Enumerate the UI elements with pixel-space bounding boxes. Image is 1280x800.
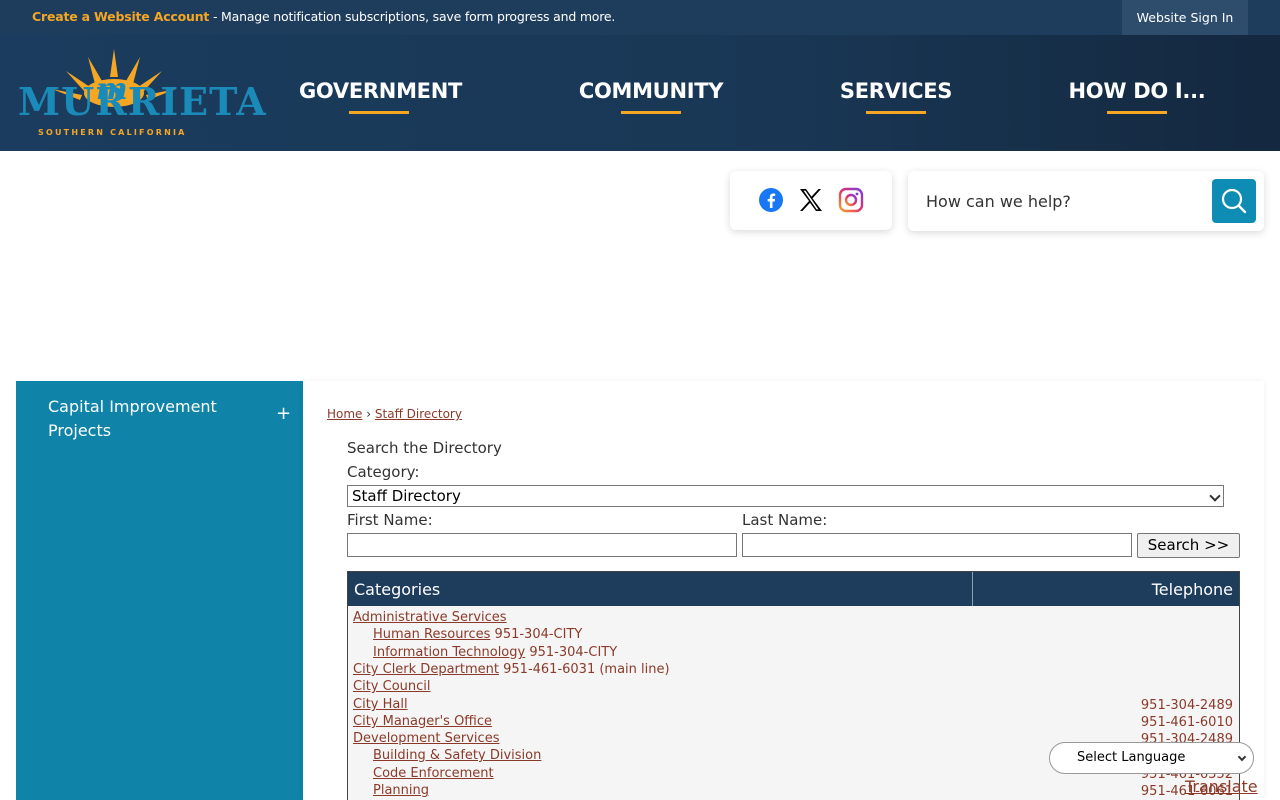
account-message: Create a Website Account - Manage notifi… [32,9,615,24]
x-icon[interactable] [798,187,824,213]
nav-how-do-i[interactable]: HOW DO I... [1057,79,1217,115]
directory-search-button[interactable]: Search >> [1137,533,1240,558]
nav-underline [1107,111,1167,114]
table-row: Information Technology 951-304-CITY [373,645,617,660]
table-row: Administrative Services [353,610,507,625]
main-content: Home › Staff Directory Search the Direct… [303,381,1264,800]
account-description: - Manage notification subscriptions, sav… [209,9,616,24]
categories-header: Categories [354,580,441,599]
nav-label: GOVERNMENT [299,79,463,103]
murrieta-logo[interactable]: m MURRIETA SOUTHERN CALIFORNIA [18,47,266,143]
nav-underline [349,111,409,114]
table-row: Human Resources 951-304-CITY [373,627,582,642]
table-row: Code Enforcement [373,766,494,781]
nav-community[interactable]: COMMUNITY [571,79,731,115]
category-link[interactable]: Code Enforcement [373,766,494,781]
category-link[interactable]: City Manager's Office [353,714,492,729]
category-link[interactable]: City Clerk Department [353,662,499,677]
logo-subtitle: SOUTHERN CALIFORNIA [38,128,187,137]
table-row: Building & Safety Division [373,748,541,763]
category-link[interactable]: Administrative Services [353,610,507,625]
search-icon [1221,188,1247,214]
category-link[interactable]: Planning [373,783,429,798]
top-bar: Create a Website Account - Manage notifi… [0,0,1280,35]
category-link[interactable]: Information Technology [373,645,525,660]
telephone-header: Telephone [1151,580,1233,599]
site-header: m MURRIETA SOUTHERN CALIFORNIA GOVERNMEN… [0,35,1280,151]
category-link[interactable]: Human Resources [373,627,490,642]
table-row: Development Services [353,731,499,746]
nav-underline [866,111,926,114]
sidebar: Capital Improvement Projects + [16,381,303,800]
sidebar-item-capital-improvement-projects[interactable]: Capital Improvement Projects [48,395,248,443]
chevron-down-icon [1209,490,1221,502]
nav-label: COMMUNITY [578,79,724,103]
search-button[interactable] [1212,179,1256,223]
inline-phone: 951-304-CITY [494,627,583,642]
category-link[interactable]: Building & Safety Division [373,748,541,763]
first-name-input[interactable] [347,533,737,557]
table-row: City Council [353,679,431,694]
translate-link[interactable]: Translate [1185,777,1258,796]
table-row: Planning [373,783,429,798]
category-label: Category: [347,463,420,481]
social-links [730,171,892,230]
directory-heading: Search the Directory [347,439,502,457]
breadcrumb-separator: › [366,407,372,421]
category-link[interactable]: Development Services [353,731,499,746]
table-row: City Manager's Office [353,714,492,729]
category-select[interactable]: Staff Directory [347,485,1224,507]
telephone-cell: 951-461-6010 [1140,715,1233,730]
nav-government[interactable]: GOVERNMENT [299,79,463,115]
telephone-cell: 951-304-2489 [1140,698,1233,713]
breadcrumb-home[interactable]: Home [327,407,362,421]
language-select[interactable]: Select Language [1049,742,1254,774]
nav-label: SERVICES [839,79,953,103]
table-row: City Hall [353,697,408,712]
chevron-down-icon [1237,752,1247,762]
breadcrumb: Home › Staff Directory [327,407,462,421]
language-select-label: Select Language [1077,750,1186,765]
create-account-link[interactable]: Create a Website Account [32,9,209,24]
instagram-icon[interactable] [838,187,864,213]
category-value: Staff Directory [352,487,461,505]
facebook-icon[interactable] [758,187,784,213]
breadcrumb-staff-directory[interactable]: Staff Directory [375,407,462,421]
first-name-label: First Name: [347,511,433,529]
sign-in-button[interactable]: Website Sign In [1122,0,1248,35]
nav-services[interactable]: SERVICES [816,79,976,115]
inline-phone: 951-304-CITY [529,645,618,660]
last-name-input[interactable] [742,533,1132,557]
search-input[interactable] [926,187,1206,215]
table-header: Categories Telephone [348,572,1239,606]
inline-phone: 951-461-6031 (main line) [503,662,670,677]
nav-underline [621,111,681,114]
nav-label: HOW DO I... [1068,79,1206,103]
expand-icon[interactable]: + [276,405,291,423]
header-divider [972,572,973,606]
category-link[interactable]: City Council [353,679,431,694]
site-search [908,171,1264,231]
last-name-label: Last Name: [742,511,828,529]
table-row: City Clerk Department 951-461-6031 (main… [353,662,670,677]
logo-wordmark: MURRIETA [18,79,267,124]
category-link[interactable]: City Hall [353,697,408,712]
